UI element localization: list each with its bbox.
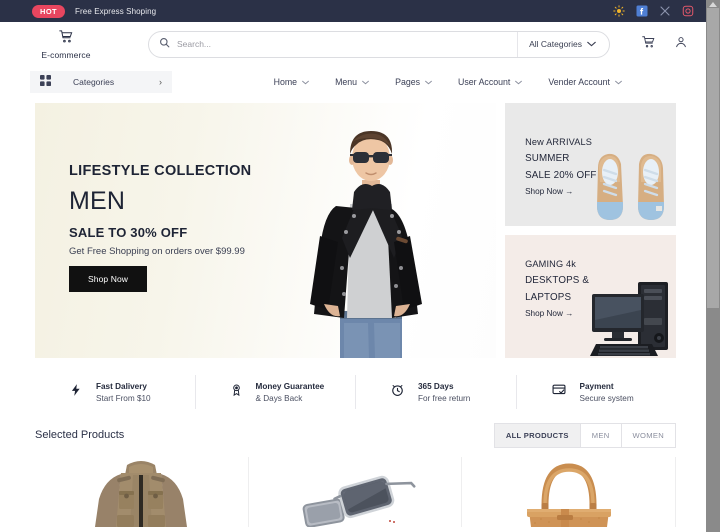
nav-item-pages[interactable]: Pages	[395, 77, 432, 87]
nav-links: Home Menu Pages User Account Vender Acco…	[274, 77, 688, 87]
chevron-down-icon	[515, 77, 523, 87]
top-promo-bar: HOT Free Express Shoping	[0, 0, 706, 22]
user-account-icon[interactable]	[674, 35, 688, 54]
facebook-icon[interactable]	[636, 5, 648, 17]
hero-subtitle: Get Free Shopping on orders over $99.99	[69, 246, 245, 257]
desktop-computer-image	[590, 282, 668, 356]
nav-item-home[interactable]: Home	[274, 77, 309, 87]
feature-fast-delivery: Fast Dalivery Start From $10	[35, 375, 195, 409]
medal-guarantee-icon	[230, 382, 243, 403]
nav-item-label: Vender Account	[548, 77, 610, 87]
top-promo-text: Free Express Shoping	[75, 6, 157, 16]
product-grid	[0, 457, 706, 527]
product-card[interactable]	[247, 457, 462, 527]
section-title: Selected Products	[35, 429, 125, 441]
feature-payment: Payment Secure system	[515, 375, 677, 409]
hero-section: LIFESTYLE COLLECTION MEN SALE TO 30% OFF…	[0, 103, 706, 358]
selected-products-header: Selected Products ALL PRODUCTS MEN WOMEN	[0, 422, 706, 448]
tab-all-products[interactable]: ALL PRODUCTS	[494, 423, 581, 447]
search-icon	[159, 35, 170, 53]
nav-item-menu[interactable]: Menu	[335, 77, 369, 87]
chevron-down-icon	[425, 77, 432, 87]
hero-banner[interactable]: LIFESTYLE COLLECTION MEN SALE TO 30% OFF…	[35, 103, 497, 358]
promo-line-1: GAMING 4k	[525, 259, 576, 269]
hero-shop-now-button[interactable]: Shop Now	[69, 266, 148, 292]
chevron-right-icon: ›	[159, 77, 162, 87]
page-content: HOT Free Express Shoping E-commerce Sear…	[0, 0, 706, 532]
x-twitter-icon[interactable]	[659, 5, 671, 17]
product-card[interactable]	[461, 457, 677, 527]
feature-title: Fast Dalivery	[96, 381, 147, 391]
feature-title: 365 Days	[418, 381, 454, 391]
hot-badge: HOT	[32, 4, 66, 18]
categories-button-label: Categories	[73, 77, 115, 87]
instagram-icon[interactable]	[682, 5, 694, 17]
feature-money-guarantee: Money Guarantee & Days Back	[194, 375, 356, 409]
all-categories-dropdown[interactable]: All Categories	[517, 31, 608, 57]
sun-icon[interactable]	[613, 5, 625, 17]
nav-item-label: User Account	[458, 77, 511, 87]
hero-title: MEN	[69, 187, 126, 215]
product-card[interactable]	[35, 457, 248, 527]
scrollbar-thumb[interactable]	[707, 8, 719, 308]
feature-subtitle: Start From $10	[96, 393, 151, 403]
brand-logo[interactable]: E-commerce	[24, 29, 108, 60]
hero-model-image	[310, 131, 423, 358]
nav-item-vender-account[interactable]: Vender Account	[548, 77, 622, 87]
all-categories-label: All Categories	[529, 39, 582, 49]
features-row: Fast Dalivery Start From $10 Money Guara…	[0, 372, 706, 412]
main-navigation: Categories › Home Menu Pages User Accoun…	[0, 66, 706, 98]
nav-item-label: Pages	[395, 77, 421, 87]
chevron-down-icon	[587, 39, 596, 49]
khaki-jacket-image	[95, 461, 188, 527]
sunglasses-image	[302, 475, 416, 527]
lightning-bolt-icon	[69, 382, 83, 403]
grid-icon	[40, 73, 51, 91]
feature-subtitle: Secure system	[579, 393, 634, 403]
promo-card-new-arrivals[interactable]: New ARRIVALS SUMMER SALE 20% OFF Shop No…	[505, 103, 676, 226]
chevron-down-icon	[615, 77, 622, 87]
feature-title: Payment	[579, 381, 614, 391]
nav-item-user-account[interactable]: User Account	[458, 77, 523, 87]
credit-card-check-icon	[551, 382, 567, 402]
brand-name: E-commerce	[41, 49, 91, 60]
chevron-down-icon	[362, 77, 369, 87]
categories-button[interactable]: Categories ›	[30, 71, 172, 93]
shopping-cart-icon	[58, 29, 74, 49]
page-scrollbar[interactable]	[706, 0, 720, 532]
tab-women[interactable]: WOMEN	[621, 423, 675, 447]
product-filter-tabs: ALL PRODUCTS MEN WOMEN	[493, 422, 676, 448]
nav-item-label: Menu	[335, 77, 358, 87]
hero-kicker: LIFESTYLE COLLECTION	[69, 163, 252, 179]
browser-viewport: HOT Free Express Shoping E-commerce Sear…	[0, 0, 720, 532]
search-bar[interactable]: All Categories	[148, 30, 610, 58]
header-actions	[641, 35, 688, 54]
nav-item-label: Home	[273, 77, 298, 87]
hero-copy: LIFESTYLE COLLECTION MEN SALE TO 30% OFF…	[69, 163, 251, 292]
cart-icon[interactable]	[641, 35, 656, 54]
hero-sale-text: SALE TO 30% OFF	[69, 225, 188, 240]
top-bar-social-links	[613, 5, 694, 17]
feature-title: Money Guarantee	[255, 381, 325, 391]
side-promo-cards: New ARRIVALS SUMMER SALE 20% OFF Shop No…	[505, 103, 676, 358]
feature-subtitle: For free return	[418, 393, 471, 403]
scrollbar-up-arrow-icon[interactable]	[709, 2, 717, 7]
feature-365-days: 365 Days For free return	[355, 375, 516, 409]
alarm-clock-icon	[390, 382, 405, 403]
feature-subtitle: & Days Back	[255, 393, 303, 403]
chevron-down-icon	[302, 77, 309, 87]
tab-men[interactable]: MEN	[580, 423, 622, 447]
handbag-image	[526, 463, 611, 527]
search-input[interactable]	[177, 39, 518, 49]
promo-card-gaming[interactable]: GAMING 4k DESKTOPS & LAPTOPS Shop Now →	[505, 235, 676, 358]
site-header: E-commerce All Categories	[0, 22, 706, 66]
sneakers-image	[597, 153, 664, 220]
